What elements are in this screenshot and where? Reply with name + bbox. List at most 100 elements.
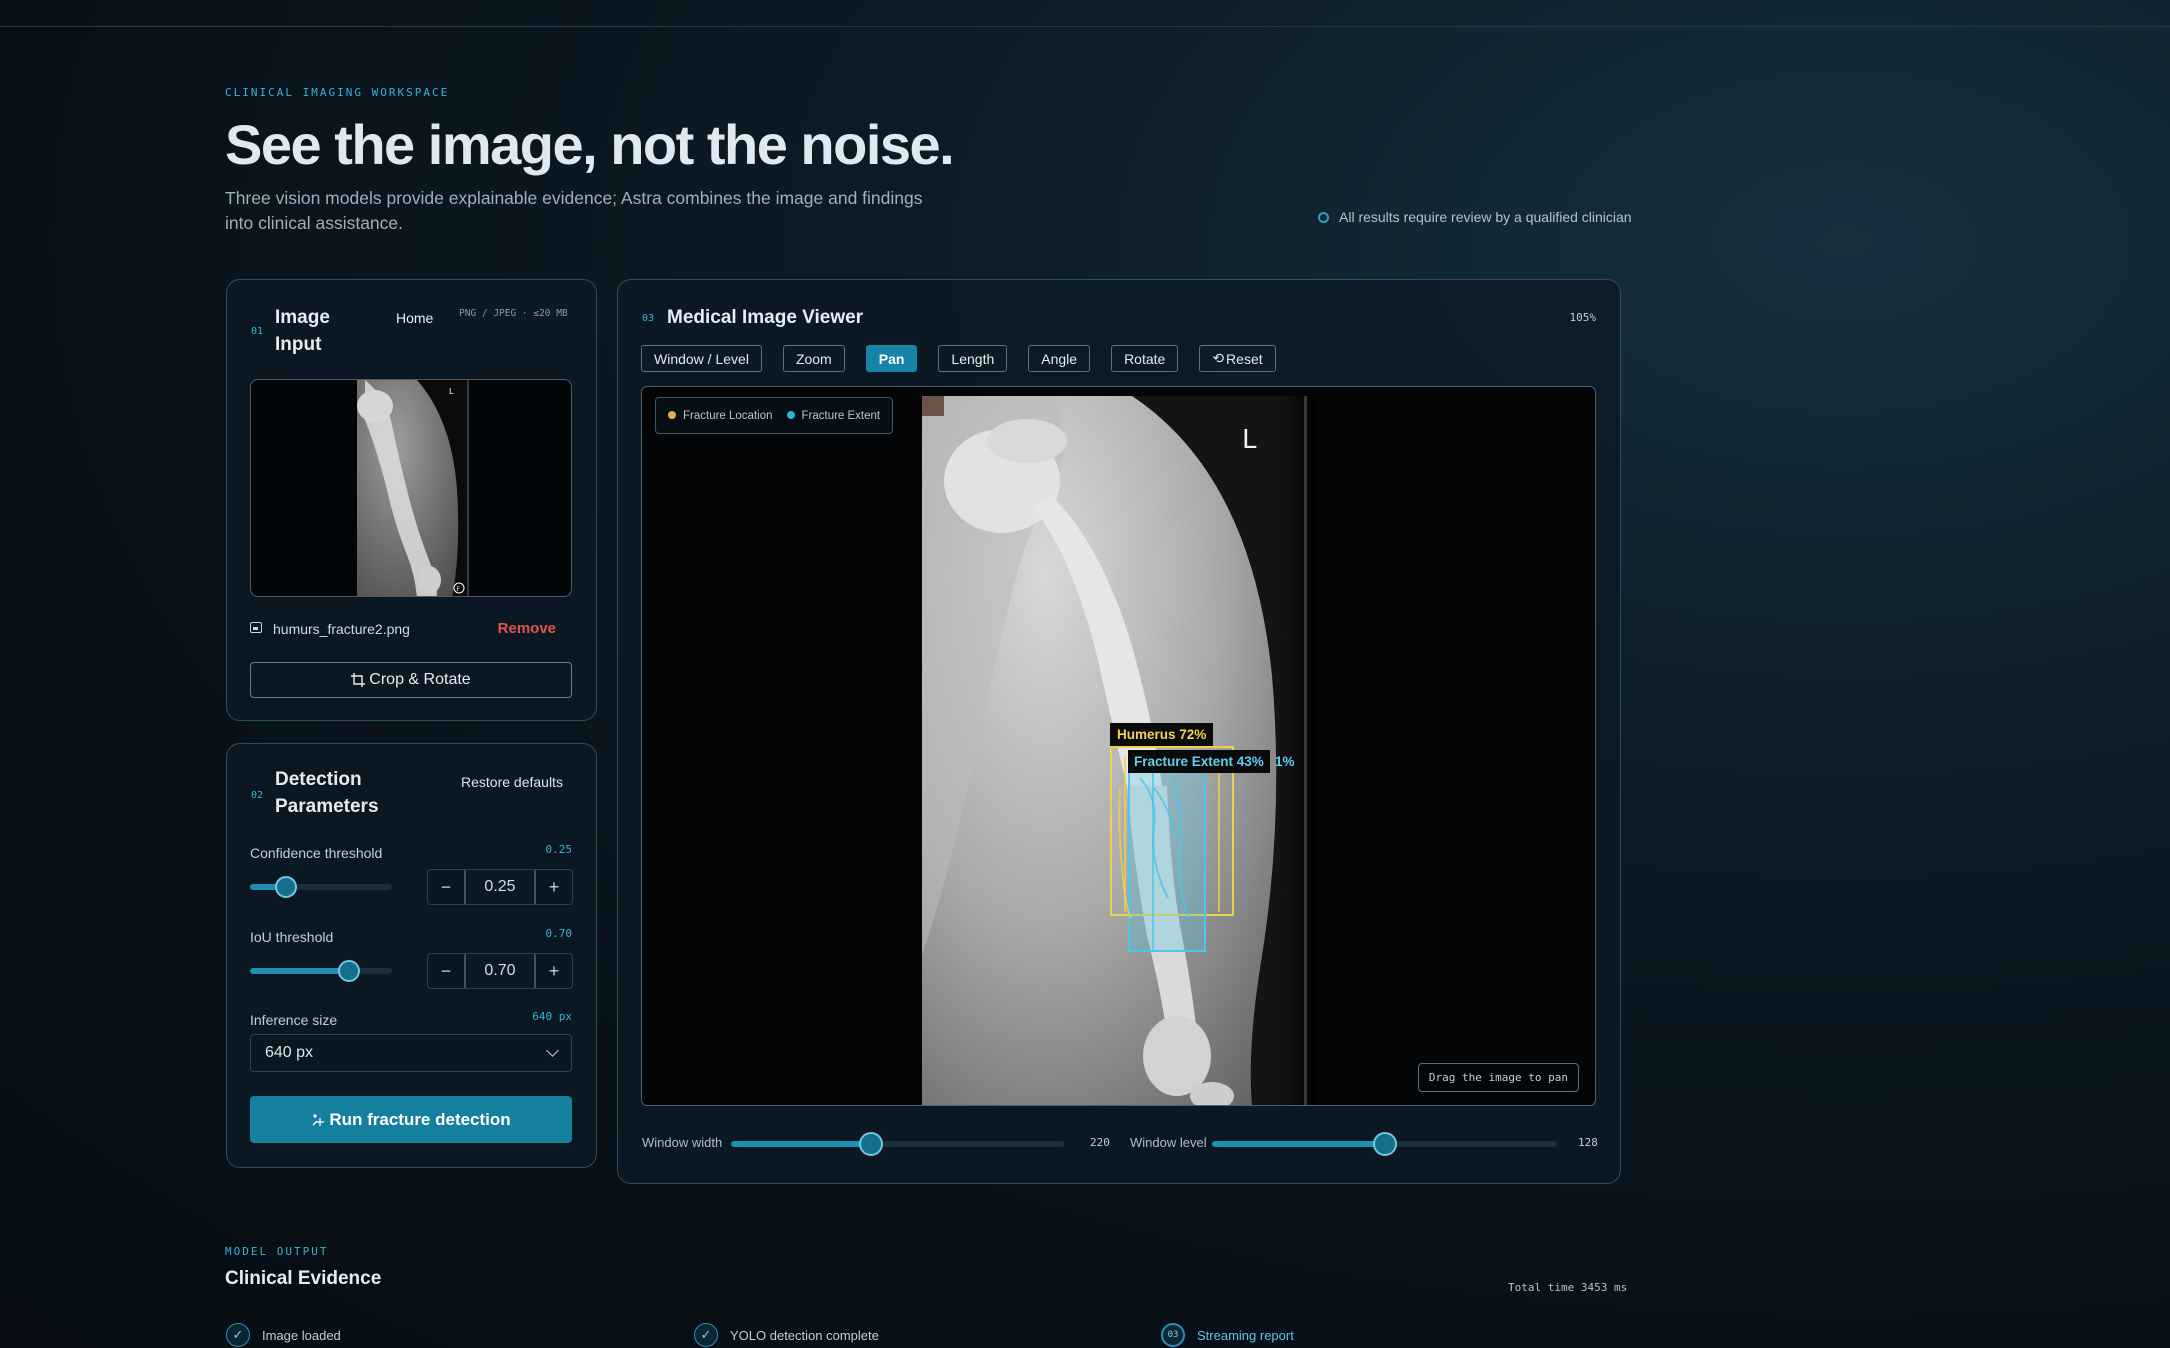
step-number-icon: 03	[1161, 1323, 1185, 1347]
confidence-label: Confidence threshold	[250, 845, 383, 861]
window-level-value: 128	[1578, 1136, 1598, 1149]
page-subtitle: Three vision models provide explainable …	[225, 188, 923, 233]
step-label: Streaming report	[1197, 1327, 1294, 1343]
iou-label: IoU threshold	[250, 929, 334, 945]
slider-fill	[250, 968, 350, 974]
legend-fracture-location: Fracture Location	[668, 410, 773, 422]
slider-fill	[1212, 1141, 1385, 1147]
detection-parameters-panel: 02 Detection Parameters Restore defaults…	[226, 743, 597, 1168]
window-level-slider[interactable]	[1212, 1132, 1557, 1156]
panel-title-line2: Parameters	[275, 796, 379, 817]
window-width-label: Window width	[642, 1135, 723, 1150]
crop-rotate-button[interactable]: Crop & Rotate	[250, 662, 572, 698]
tool-zoom[interactable]: Zoom	[782, 345, 845, 372]
thumbnail-xray: L F	[357, 380, 469, 596]
iou-slider[interactable]	[250, 960, 392, 982]
tool-angle[interactable]: Angle	[1028, 345, 1091, 372]
tool-rotate[interactable]: Rotate	[1111, 345, 1179, 372]
tool-reset[interactable]: ⟲ Reset	[1199, 345, 1276, 372]
thumb-marker-f: F	[457, 586, 461, 593]
xray-marker-l: L	[1242, 425, 1257, 455]
panel-title: Medical Image Viewer	[667, 307, 864, 328]
check-icon: ✓	[694, 1323, 718, 1347]
xray-image[interactable]: L Humerus 72% Fracture Extent 43%	[922, 396, 1315, 1105]
legend-location-label: Fracture Location	[683, 409, 773, 422]
confidence-slider[interactable]	[250, 876, 392, 898]
iou-input[interactable]: 0.70	[464, 954, 536, 988]
run-detection-button[interactable]: Run fracture detection	[250, 1096, 572, 1143]
confidence-value-badge: 0.25	[545, 843, 573, 856]
step-label: Image loaded	[262, 1327, 341, 1343]
inference-size-selected: 640 px	[265, 1044, 314, 1061]
iou-value-badge: 0.70	[545, 927, 573, 940]
legend-fracture-extent: Fracture Extent	[786, 409, 881, 422]
output-title: Clinical Evidence	[225, 1268, 382, 1289]
drag-hint: Drag the image to pan	[1417, 1063, 1579, 1092]
window-width-slider[interactable]	[731, 1132, 1065, 1156]
decrement-button[interactable]: −	[428, 870, 464, 904]
window-level-label: Window level	[1130, 1135, 1207, 1150]
increment-button[interactable]: +	[536, 870, 572, 904]
panel-title-line1: Image	[275, 307, 330, 328]
file-name: humurs_fracture2.png	[273, 621, 410, 637]
increment-button[interactable]: +	[536, 954, 572, 988]
sparkle-icon	[312, 1113, 325, 1126]
step-yolo-complete: ✓ YOLO detection complete	[694, 1323, 879, 1347]
section-eyebrow: CLINICAL IMAGING WORKSPACE	[225, 86, 450, 99]
format-hint: PNG / JPEG · ≤20 MB	[459, 308, 568, 319]
panel-number: 02	[251, 790, 264, 801]
panel-title-line2: Input	[275, 334, 322, 355]
image-input-panel: 01 Image Input Home PNG / JPEG · ≤20 MB …	[226, 279, 597, 721]
file-row: humurs_fracture2.png Remove	[250, 620, 572, 640]
panel-number: 01	[251, 326, 264, 337]
xray-thumbnail-image: L F	[357, 380, 465, 596]
restore-defaults-button[interactable]: Restore defaults	[461, 774, 563, 790]
panel-title: Detection Parameters	[275, 766, 379, 820]
review-notice-text: All results require review by a qualifie…	[1339, 209, 1632, 225]
legend-dot-location	[668, 411, 676, 420]
fracture-contour	[1118, 775, 1189, 919]
viewer-toolbar: Window / Level Zoom Pan Length Angle Rot…	[641, 345, 1276, 372]
image-stage[interactable]: Fracture Location Fracture Extent L Hume…	[641, 386, 1596, 1106]
decrement-button[interactable]: −	[428, 954, 464, 988]
thumb-marker-l: L	[449, 387, 454, 396]
legend-extent-label: Fracture Extent	[801, 409, 881, 422]
slider-knob[interactable]	[274, 876, 297, 898]
humerus-detection-label[interactable]: Humerus 72%	[1110, 723, 1214, 746]
output-eyebrow: MODEL OUTPUT	[225, 1245, 329, 1258]
inference-size-select[interactable]: 640 px	[250, 1034, 572, 1072]
remove-button[interactable]: Remove	[498, 620, 556, 637]
iou-stepper: − 0.70 +	[427, 953, 573, 989]
tool-window-level[interactable]: Window / Level	[641, 345, 762, 372]
step-label: YOLO detection complete	[730, 1327, 879, 1343]
slider-fill	[731, 1141, 872, 1147]
slider-knob[interactable]	[859, 1132, 884, 1156]
review-notice: All results require review by a qualifie…	[1318, 209, 1632, 225]
tool-pan[interactable]: Pan	[865, 345, 918, 372]
detection-legend: Fracture Location Fracture Extent	[655, 397, 894, 434]
confidence-input[interactable]: 0.25	[464, 870, 536, 904]
extent-label-overflow: 1%	[1275, 754, 1295, 769]
image-file-icon	[250, 622, 262, 633]
step-image-loaded: ✓ Image loaded	[226, 1323, 341, 1347]
total-time: Total time 3453 ms	[1508, 1281, 1628, 1294]
crop-icon	[351, 673, 366, 687]
slider-knob[interactable]	[338, 960, 361, 982]
inference-size-label: Inference size	[250, 1012, 338, 1028]
chevron-down-icon	[546, 1044, 559, 1057]
page-title: See the image, not the noise.	[225, 113, 955, 176]
reset-icon: ⟲	[1212, 350, 1225, 366]
check-icon: ✓	[226, 1323, 250, 1347]
window-width-value: 220	[1090, 1136, 1110, 1149]
confidence-stepper: − 0.25 +	[427, 869, 573, 905]
panel-title: Image Input	[275, 304, 330, 358]
top-divider	[0, 26, 2170, 27]
status-ring-icon	[1318, 211, 1329, 223]
step-streaming-report: 03 Streaming report	[1161, 1323, 1294, 1347]
home-link[interactable]: Home	[396, 310, 433, 326]
extent-detection-label[interactable]: Fracture Extent 43%	[1128, 750, 1270, 773]
tool-length[interactable]: Length	[938, 345, 1008, 372]
image-thumbnail[interactable]: L F	[250, 379, 572, 597]
tool-reset-label: Reset	[1226, 350, 1263, 367]
slider-knob[interactable]	[1372, 1132, 1397, 1156]
